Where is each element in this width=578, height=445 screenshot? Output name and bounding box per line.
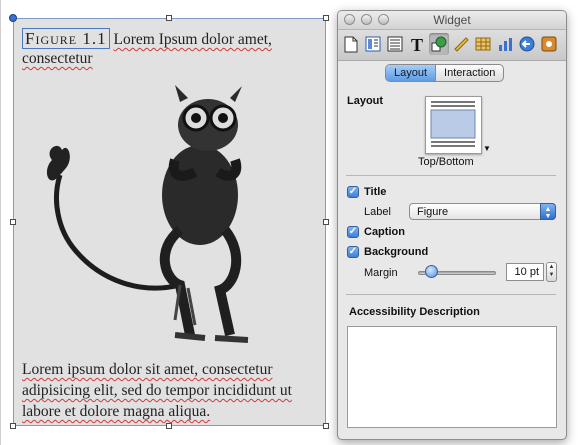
resize-handle-bottom-right[interactable] [323,423,329,429]
link-icon[interactable] [517,33,537,55]
inspector-tab-bar: Layout Interaction [385,64,505,82]
resize-handle-bottom[interactable] [166,423,172,429]
resize-handle-top[interactable] [166,15,172,21]
figure-label[interactable]: Figure 1.1 [22,28,110,49]
label-select-value: Figure [417,206,449,218]
inspector-toolbar: T [338,30,566,61]
caption-text[interactable]: Lorem ipsum dolor sit amet, consectetur … [22,361,292,420]
resize-handle-top-right[interactable] [323,15,329,21]
chevron-down-icon[interactable]: ▼ [483,144,491,153]
layout-section-title: Layout [347,95,384,107]
title-checkbox[interactable]: ✓ [347,186,359,198]
caption-checkbox-label: Caption [364,226,405,238]
graphic-icon[interactable] [429,33,449,55]
widget-icon[interactable] [539,33,559,55]
accessibility-title: Accessibility Description [349,306,480,318]
inspector-titlebar[interactable]: Widget [338,11,566,30]
wrap-icon[interactable] [385,33,405,55]
section-divider [346,175,556,176]
page-margin-line [0,0,1,445]
chart-icon[interactable] [495,33,515,55]
margin-stepper[interactable]: ▲ ▼ [546,262,557,282]
figure-title[interactable]: Figure 1.1 Lorem Ipsum dolor amet, conse… [22,28,322,68]
resize-handle-bottom-left[interactable] [10,423,16,429]
anchor-handle[interactable] [9,14,17,22]
metrics-icon[interactable] [451,33,471,55]
table-icon[interactable] [473,33,493,55]
tab-interaction[interactable]: Interaction [436,65,503,81]
margin-input[interactable]: 10 pt [506,263,544,281]
caption-checkbox[interactable]: ✓ [347,226,359,238]
text-icon[interactable]: T [407,33,427,55]
document-icon[interactable] [341,33,361,55]
layout-option-label: Top/Bottom [418,156,474,168]
background-checkbox[interactable]: ✓ [347,246,359,258]
figure-caption[interactable]: Lorem ipsum dolor sit amet, consectetur … [22,359,322,422]
tarsier-illustration [46,85,249,343]
title-checkbox-label: Title [364,186,387,198]
window-title: Widget [433,13,471,27]
widget-inspector: Widget T Layout Interaction Layout ▼ Top… [337,10,567,440]
layout-option-thumbnail[interactable] [425,96,482,154]
select-arrows-icon: ▲ ▼ [540,203,556,220]
label-field-label: Label [364,206,391,218]
layout-icon[interactable] [363,33,383,55]
background-checkbox-label: Background [364,246,429,258]
svg-text:T: T [411,36,423,52]
margin-label: Margin [364,267,398,279]
margin-slider-knob[interactable] [424,265,438,278]
tab-layout[interactable]: Layout [386,65,437,81]
section-divider [346,294,556,295]
accessibility-description-input[interactable] [347,326,557,428]
resize-handle-left[interactable] [10,219,16,225]
resize-handle-right[interactable] [323,219,329,225]
label-select[interactable]: Figure ▲ ▼ [409,203,556,220]
